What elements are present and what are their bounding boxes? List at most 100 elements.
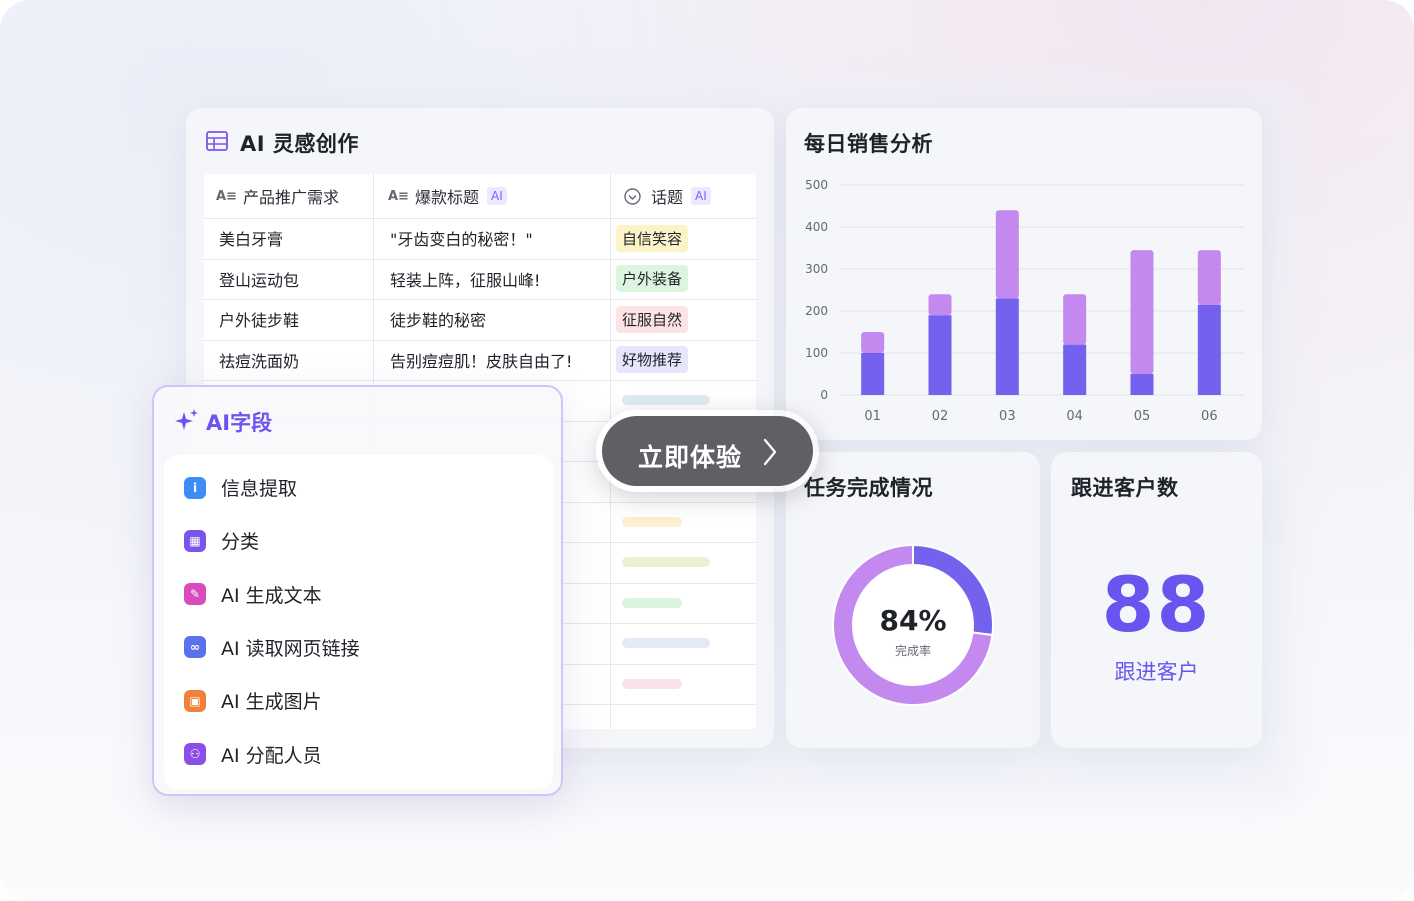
cell-product-text: 登山运动包 (219, 270, 300, 290)
cell-product[interactable]: 登山运动包 (219, 259, 299, 299)
task-completion-card: 任务完成情况 84% 完成率 (786, 452, 1040, 748)
bar-segment[interactable] (995, 298, 1019, 395)
bar-segment[interactable] (928, 294, 952, 316)
read-link-icon: ∞ (184, 636, 206, 659)
bar-segment[interactable] (1130, 250, 1154, 374)
follow-count: 88 (1101, 560, 1212, 649)
cell-product-text: 祛痘洗面奶 (219, 351, 300, 371)
sparkle-icon (175, 409, 198, 430)
cell-topic[interactable]: 好物推荐 (616, 340, 689, 380)
cell-title-text: 告别痘痘肌！皮肤自由了! (390, 351, 573, 371)
try-now-button-surface[interactable]: 立即体验 (602, 416, 813, 486)
ai-field-option[interactable]: ✎ AI 生成文本 (164, 568, 553, 621)
x-tick-label: 01 (864, 409, 881, 424)
ai-card-title: AI 灵感创作 (240, 132, 359, 156)
ai-tag: AI (691, 187, 711, 205)
ai-field-option[interactable]: ⚇ AI 分配人员 (164, 728, 553, 781)
assign-people-icon: ⚇ (184, 743, 206, 765)
text-field-icon: A≡ (388, 188, 409, 204)
ai-field-menu: i 信息提取 ▦ 分类 ✎ AI 生成文本 ∞ AI 读取网页链接 ▣ AI 生成图片 ⚇ AI 分配… (164, 455, 553, 789)
cell-title[interactable]: 告别痘痘肌！皮肤自由了! (390, 340, 572, 380)
cell-product[interactable]: 户外徒步鞋 (219, 299, 299, 339)
column-header-title[interactable]: A≡ 爆款标题 AI (388, 174, 507, 218)
topic-placeholder (622, 678, 682, 689)
x-tick-label: 02 (932, 409, 949, 424)
ai-field-option-label: 分类 (221, 531, 260, 554)
y-tick-label: 100 (805, 346, 828, 360)
ai-tag: AI (486, 187, 507, 205)
topic-pill: 好物推荐 (616, 346, 689, 373)
cell-topic[interactable]: 户外装备 (616, 259, 689, 299)
topic-placeholder (622, 638, 710, 648)
bar-segment[interactable] (861, 353, 885, 395)
topic-pill: 征服自然 (616, 305, 689, 333)
topic-pill: 自信笑容 (616, 224, 689, 252)
cell-product[interactable]: 祛痘洗面奶 (219, 340, 299, 380)
y-tick-label: 200 (805, 304, 828, 318)
y-tick-label: 0 (820, 388, 828, 402)
completion-value: 84% (879, 604, 947, 637)
table-icon (206, 131, 228, 151)
ai-field-option[interactable]: ▣ AI 生成图片 (164, 674, 553, 727)
follow-card-title: 跟进客户数 (1071, 476, 1179, 500)
cell-product-text: 美白牙膏 (219, 230, 284, 249)
bar-segment[interactable] (1063, 294, 1087, 345)
topic-placeholder (622, 557, 710, 567)
ai-field-option-label: AI 读取网页链接 (221, 637, 360, 660)
ai-field-option-label: AI 生成文本 (221, 584, 322, 607)
column-header-topic[interactable]: 话题 AI (624, 174, 711, 218)
ai-field-title: AI字段 (206, 411, 273, 435)
cell-title[interactable]: "牙齿变白的秘密！" (390, 218, 533, 258)
try-now-label: 立即体验 (638, 443, 743, 472)
cell-title[interactable]: 轻装上阵，征服山峰! (390, 259, 540, 299)
follow-customers-card: 跟进客户数 88 跟进客户 (1051, 452, 1262, 748)
column-header-product[interactable]: A≡ 产品推广需求 (216, 174, 339, 218)
ai-field-popup: AI字段 i 信息提取 ▦ 分类 ✎ AI 生成文本 ∞ AI 读取网页链接 ▣ AI 生成图片 ⚇… (152, 385, 563, 796)
y-tick-label: 400 (805, 220, 828, 234)
x-tick-label: 06 (1201, 409, 1218, 424)
cell-topic[interactable]: 征服自然 (616, 299, 689, 339)
bar-segment[interactable] (995, 210, 1019, 299)
cell-product-text: 户外徒步鞋 (219, 311, 300, 330)
try-now-button[interactable]: 立即体验 (596, 410, 819, 492)
task-card-title: 任务完成情况 (804, 476, 933, 500)
bar-segment[interactable] (1063, 344, 1087, 395)
ai-field-option-label: 信息提取 (221, 478, 298, 500)
x-tick-label: 03 (999, 409, 1016, 424)
ai-field-option[interactable]: ∞ AI 读取网页链接 (164, 621, 553, 674)
sales-bar-chart: 500 400 300 200 100 0 01 02 03 04 05 06 (805, 178, 1244, 424)
ai-field-option[interactable]: i 信息提取 (164, 461, 553, 514)
cell-title[interactable]: 徒步鞋的秘密 (390, 299, 486, 339)
x-tick-label: 04 (1066, 409, 1083, 424)
y-tick-label: 500 (805, 178, 828, 192)
cell-title-text: "牙齿变白的秘密！" (390, 230, 533, 249)
cell-topic[interactable]: 自信笑容 (616, 218, 689, 258)
page-background: AI 灵感创作 A≡ 产品推广需求 A≡ 爆款标题 AI 话题 AI 美白牙膏 … (0, 0, 1414, 901)
x-tick-label: 05 (1134, 409, 1151, 424)
single-select-icon (624, 187, 641, 205)
chevron-right-icon (763, 438, 777, 466)
topic-placeholder (622, 597, 682, 608)
cell-product[interactable]: 美白牙膏 (219, 218, 283, 258)
bar-segment[interactable] (1197, 250, 1221, 305)
bar-segment[interactable] (861, 332, 885, 353)
bar-segment[interactable] (1130, 374, 1154, 395)
cell-title-text: 轻装上阵，征服山峰! (390, 270, 541, 290)
ai-field-option-label: AI 生成图片 (221, 691, 322, 714)
completion-label: 完成率 (894, 644, 931, 658)
topic-pill: 户外装备 (616, 265, 689, 292)
bar-segment[interactable] (928, 315, 952, 395)
generate-image-icon: ▣ (184, 689, 206, 712)
ai-field-option-label: AI 分配人员 (221, 744, 322, 767)
sales-analysis-card: 每日销售分析 500 400 300 200 100 0 01 02 03 04 05 06 (786, 108, 1262, 440)
info-extract-icon: i (184, 476, 206, 499)
follow-label: 跟进客户 (1114, 660, 1199, 684)
row-divider (204, 380, 756, 381)
ai-field-option[interactable]: ▦ 分类 (164, 514, 553, 567)
generate-text-icon: ✎ (184, 583, 206, 606)
category-icon: ▦ (184, 529, 206, 552)
y-tick-label: 300 (805, 262, 828, 276)
topic-placeholder (622, 516, 682, 527)
bar-segment[interactable] (1197, 304, 1221, 395)
text-field-icon: A≡ (216, 188, 237, 204)
